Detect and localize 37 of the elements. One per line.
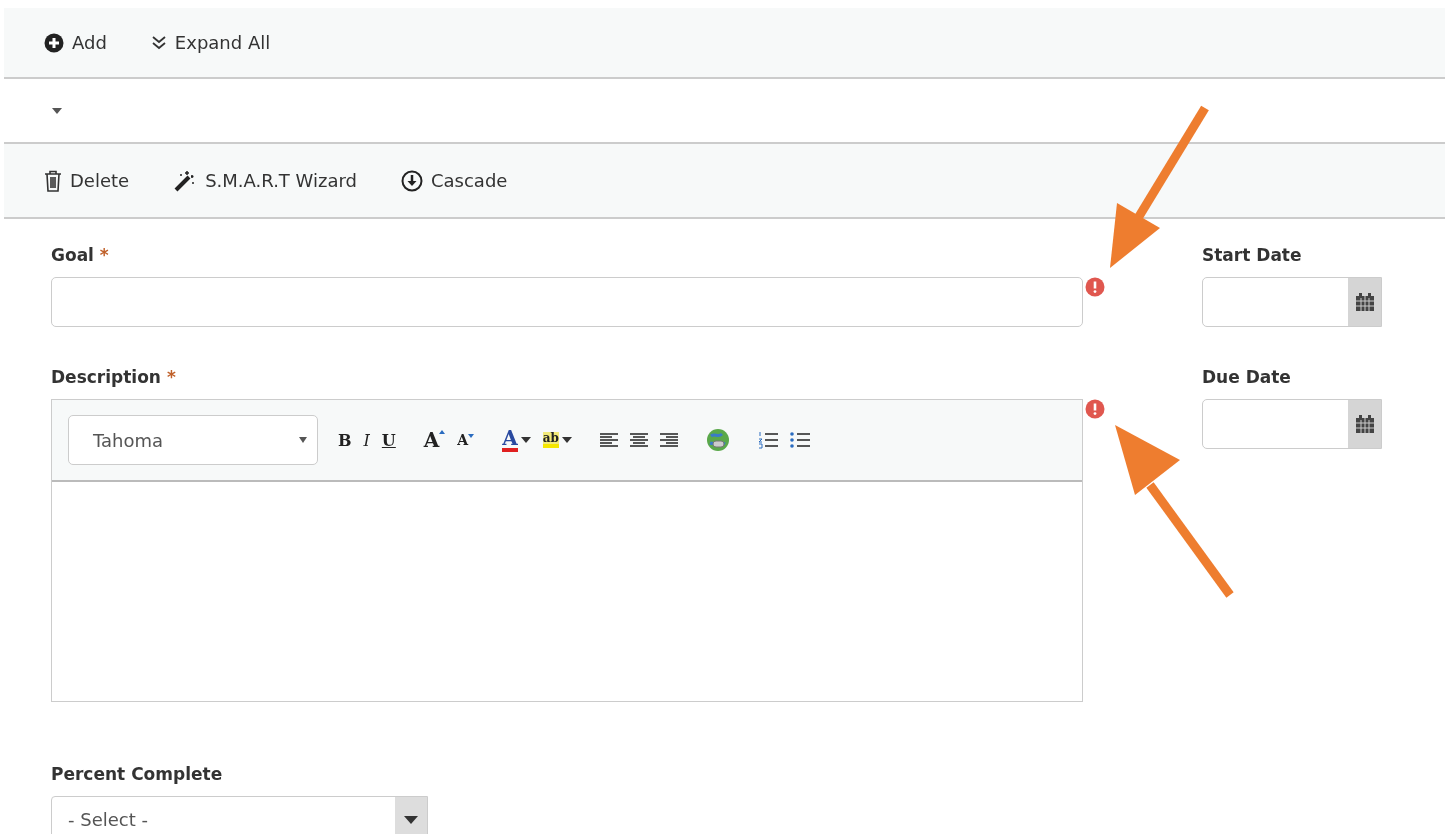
align-left-icon[interactable]: [599, 433, 618, 447]
numbered-list-icon[interactable]: [757, 431, 778, 449]
caret-icon[interactable]: [52, 107, 62, 114]
align-center-icon[interactable]: [629, 433, 648, 447]
toolbar-button[interactable]: S.M.A.R.T Wizard: [173, 168, 357, 193]
date-field[interactable]: [1202, 399, 1382, 449]
font-color-button[interactable]: A: [502, 428, 531, 452]
align-right-icon[interactable]: [659, 433, 678, 447]
italic-button[interactable]: I: [363, 430, 370, 450]
plus-circle-icon: [44, 32, 64, 53]
trash-icon: [44, 169, 62, 192]
font-dropdown[interactable]: Tahoma: [68, 415, 318, 465]
toolbar-button[interactable]: Delete: [44, 169, 130, 192]
field-label: Due Date: [1202, 367, 1292, 389]
field-label: Start Date: [1202, 245, 1303, 267]
bold-button[interactable]: B: [338, 430, 352, 450]
field-label: Description *: [51, 367, 177, 389]
shrink-font-button[interactable]: A: [457, 432, 475, 448]
goal-input[interactable]: [51, 277, 1084, 327]
underline-button[interactable]: U: [381, 430, 396, 450]
toolbar-button[interactable]: Expand All: [150, 32, 271, 53]
toolbar-button[interactable]: Cascade: [401, 169, 508, 192]
grow-font-button[interactable]: A: [423, 428, 446, 452]
rich-text-editor[interactable]: Tahoma B I U A A A ab: [51, 399, 1084, 702]
double-chevron-icon: [150, 34, 167, 51]
field-label: Percent Complete: [51, 764, 224, 786]
globe-link-icon[interactable]: [705, 428, 730, 452]
caret-icon: [404, 816, 418, 824]
toolbar-button[interactable]: Add: [44, 32, 107, 53]
download-circle-icon: [401, 169, 423, 192]
date-field[interactable]: [1202, 277, 1382, 327]
percent-dropdown[interactable]: - Select -: [51, 796, 428, 834]
bullet-list-icon[interactable]: [789, 431, 810, 449]
calendar-icon: [1354, 414, 1375, 434]
field-label: Goal *: [51, 245, 110, 267]
calendar-icon: [1354, 292, 1375, 312]
caret-icon: [299, 437, 307, 443]
